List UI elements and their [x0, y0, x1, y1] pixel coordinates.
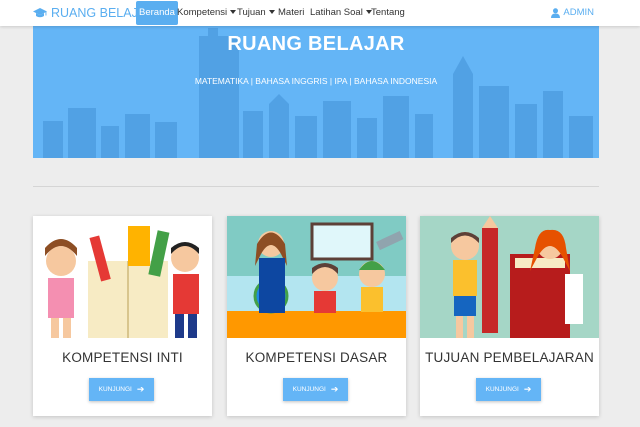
- card-title: TUJUAN PEMBELAJARAN: [425, 350, 594, 365]
- card-title: KOMPETENSI DASAR: [245, 350, 388, 365]
- nav-item-tujuan[interactable]: Tujuan: [237, 0, 275, 26]
- user-menu[interactable]: ADMIN: [551, 0, 594, 26]
- graduation-cap-icon: [33, 7, 47, 17]
- teacher-students-classroom-image: [227, 216, 406, 338]
- kunjungi-button[interactable]: KUNJUNGI ➔: [476, 378, 541, 401]
- kunjungi-button[interactable]: KUNJUNGI ➔: [283, 378, 348, 401]
- section-divider: [33, 186, 599, 187]
- button-label: KUNJUNGI: [292, 386, 326, 393]
- card-tujuan-pembelajaran: TUJUAN PEMBELAJARAN KUNJUNGI ➔: [420, 216, 599, 416]
- arrow-right-icon: ➔: [136, 384, 145, 394]
- card-kompetensi-inti: KOMPETENSI INTI KUNJUNGI ➔: [33, 216, 212, 416]
- hero-banner: RUANG BELAJAR MATEMATIKA | BAHASA INGGRI…: [33, 26, 599, 158]
- nav-item-latihan-soal[interactable]: Latihan Soal: [310, 0, 372, 26]
- hero-title: RUANG BELAJAR: [227, 33, 405, 55]
- button-label: KUNJUNGI: [98, 386, 132, 393]
- nav-item-label: Materi: [278, 7, 305, 18]
- arrow-right-icon: ➔: [330, 384, 339, 394]
- nav-item-kompetensi[interactable]: Kompetensi: [177, 0, 237, 26]
- children-school-supplies-image: [33, 216, 212, 338]
- card-image: [227, 216, 406, 338]
- button-label: KUNJUNGI: [485, 386, 519, 393]
- nav-item-label: Tujuan: [237, 7, 266, 18]
- navbar: RUANG BELAJAR Beranda Kompetensi Tujuan …: [0, 0, 640, 26]
- children-book-pencil-image: [420, 216, 599, 338]
- nav-item-tentang[interactable]: Tentang: [371, 0, 405, 26]
- card-image: [33, 216, 212, 338]
- hero-subtitle: MATEMATIKA | BAHASA INGGRIS | IPA | BAHA…: [194, 76, 438, 86]
- nav-item-label: Kompetensi: [177, 7, 228, 18]
- nav-item-label: Tentang: [371, 7, 405, 18]
- user-label: ADMIN: [563, 7, 594, 18]
- nav-item-label: Beranda: [139, 7, 175, 18]
- user-icon: [551, 8, 561, 18]
- kunjungi-button[interactable]: KUNJUNGI ➔: [89, 378, 154, 401]
- nav-item-label: Latihan Soal: [310, 7, 363, 18]
- arrow-right-icon: ➔: [523, 384, 532, 394]
- card-kompetensi-dasar: KOMPETENSI DASAR KUNJUNGI ➔: [227, 216, 406, 416]
- card-title: KOMPETENSI INTI: [62, 350, 183, 365]
- caret-down-icon: [230, 10, 237, 15]
- card-image: [420, 216, 599, 338]
- nav-item-beranda[interactable]: Beranda: [136, 1, 178, 25]
- caret-down-icon: [268, 10, 275, 15]
- nav-item-materi[interactable]: Materi: [278, 0, 304, 26]
